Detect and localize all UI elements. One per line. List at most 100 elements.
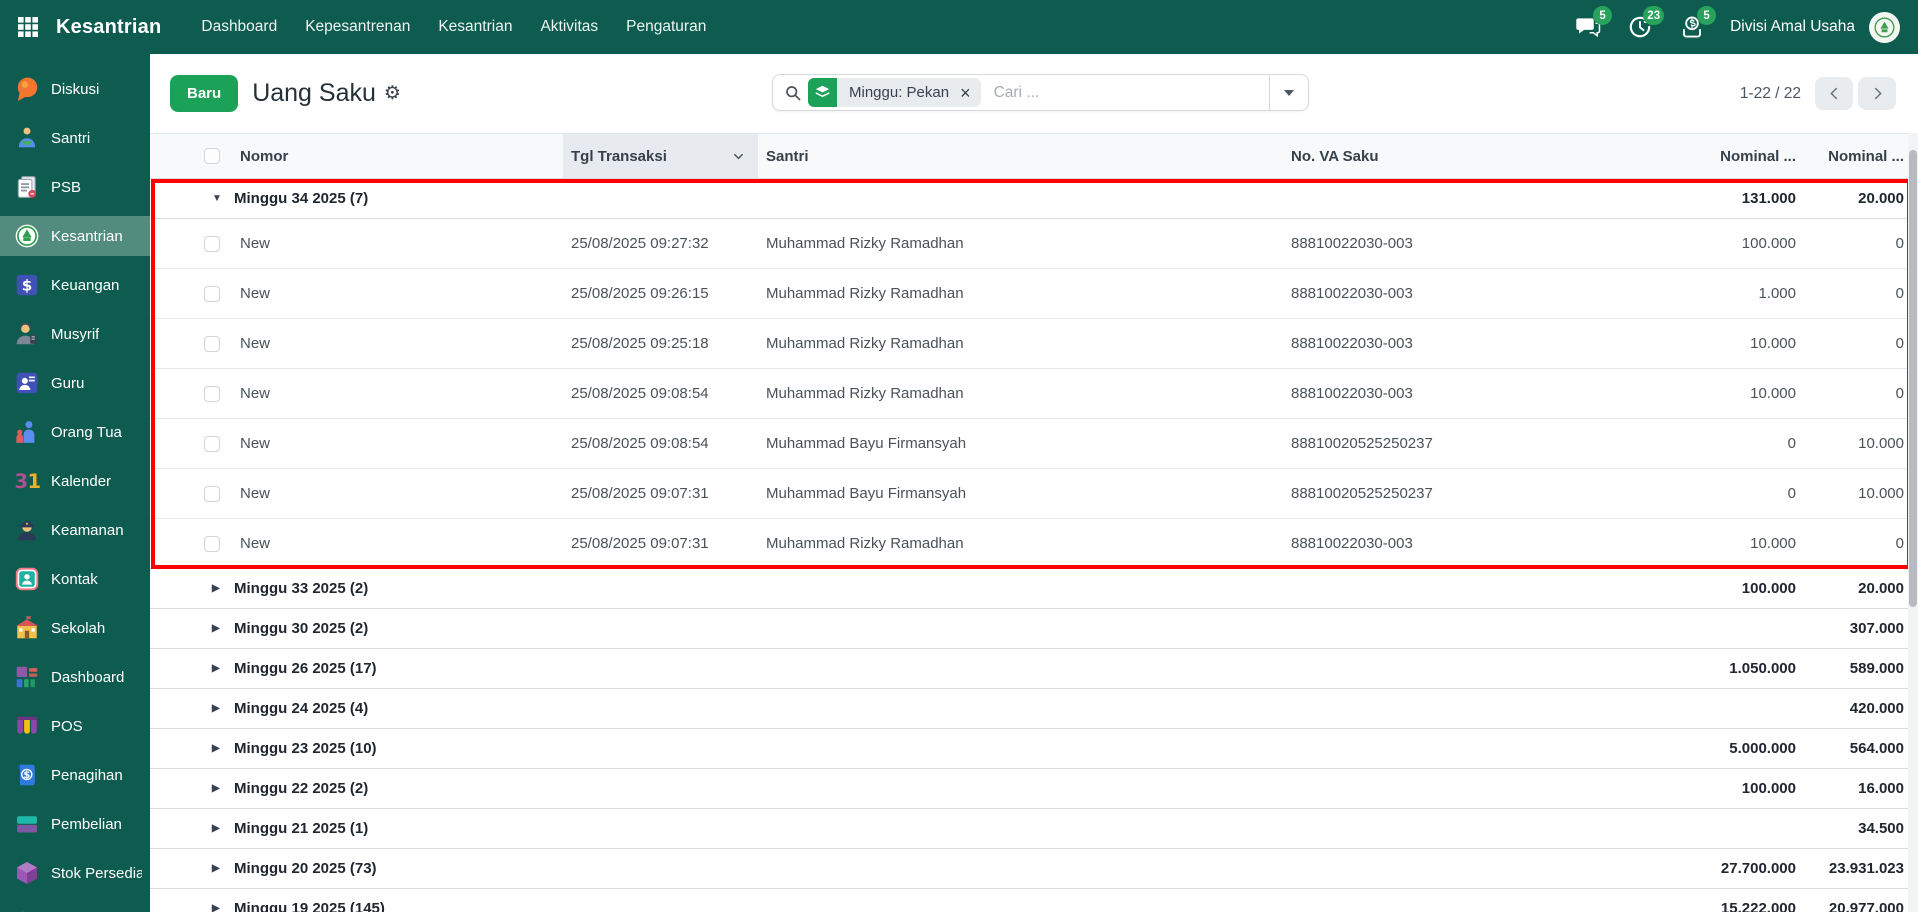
group-row[interactable]: ▶ Minggu 20 2025 (73) 27.700.000 23.931.… [150,849,1918,889]
table-row[interactable]: New 25/08/2025 09:25:18 Muhammad Rizky R… [150,319,1918,369]
group-row[interactable]: ▶ Minggu 23 2025 (10) 5.000.000 564.000 [150,729,1918,769]
group-label: Minggu 23 2025 (10) [234,740,377,757]
group-total-nominal-1: 100.000 [1590,580,1800,597]
table-row[interactable]: New 25/08/2025 09:07:31 Muhammad Rizky R… [150,519,1918,569]
apps-grid-icon[interactable] [14,13,42,41]
group-total-nominal-2: 20.000 [1800,190,1908,207]
sidebar-item-penagihan[interactable]: $ Penagihan [0,755,150,795]
column-header-nomor[interactable]: Nomor [220,148,563,165]
group-row[interactable]: ▶ Minggu 30 2025 (2) 307.000 [150,609,1918,649]
group-total-nominal-2: 20.000 [1800,580,1908,597]
sidebar-item-dashboard[interactable]: Dashboard [0,657,150,697]
group-total-nominal-2: 564.000 [1800,740,1908,757]
table-row[interactable]: New 25/08/2025 09:08:54 Muhammad Rizky R… [150,369,1918,419]
sidebar-item-sekolah[interactable]: Sekolah [0,608,150,648]
table-row[interactable]: New 25/08/2025 09:07:31 Muhammad Bayu Fi… [150,469,1918,519]
groupby-facet[interactable]: Minggu: Pekan × [808,78,981,107]
nav-item-kepesantrenan[interactable]: Kepesantrenan [291,0,424,54]
sidebar-item-label: POS [51,718,83,735]
nav-item-pengaturan[interactable]: Pengaturan [612,0,720,54]
sidebar-item-musyrif[interactable]: Musyrif [0,314,150,354]
sidebar-item-stok[interactable]: Stok Persediaan [0,853,150,893]
table-row[interactable]: New 25/08/2025 09:08:54 Muhammad Bayu Fi… [150,419,1918,469]
activities-clock-icon[interactable]: 23 [1627,14,1653,40]
table-row[interactable]: New 25/08/2025 09:27:32 Muhammad Rizky R… [150,219,1918,269]
column-header-santri[interactable]: Santri [758,148,1285,165]
sidebar-item-pembelian[interactable]: Pembelian [0,804,150,844]
column-header-tgl-transaksi[interactable]: Tgl Transaksi [563,134,758,178]
sidebar-item-guru[interactable]: Guru [0,363,150,403]
group-toggle-icon[interactable]: ▶ [212,743,224,754]
sidebar-item-pos[interactable]: POS [0,706,150,746]
sidebar-item-kalender[interactable]: 31 Kalender [0,461,150,501]
sidebar-item-psb[interactable]: PSB [0,167,150,207]
sidebar-item-santri[interactable]: Santri [0,118,150,158]
user-avatar[interactable] [1869,12,1900,43]
group-toggle-icon[interactable]: ▶ [212,583,224,594]
group-row[interactable]: ▶ Minggu 19 2025 (145) 15.222.000 20.977… [150,889,1918,912]
messages-icon[interactable]: 5 [1575,14,1601,40]
sidebar-item-keamanan[interactable]: Keamanan [0,510,150,550]
facet-close-icon[interactable]: × [960,84,981,102]
group-toggle-icon[interactable]: ▶ [212,783,224,794]
group-toggle-icon[interactable]: ▶ [212,823,224,834]
nav-item-kesantrian[interactable]: Kesantrian [424,0,526,54]
wallet-money-icon[interactable]: 5 [1679,14,1705,40]
group-toggle-icon[interactable]: ▼ [212,193,224,204]
group-row[interactable]: ▶ Minggu 26 2025 (17) 1.050.000 589.000 [150,649,1918,689]
sidebar-item-kesantrian[interactable]: Kesantrian [0,216,150,256]
group-label-cell: ▶ Minggu 21 2025 (1) [150,820,1590,837]
group-toggle-icon[interactable]: ▶ [212,903,224,912]
group-row[interactable]: ▶ Minggu 33 2025 (2) 100.000 20.000 [150,569,1918,609]
new-record-button[interactable]: Baru [170,75,238,112]
company-name[interactable]: Divisi Amal Usaha [1730,18,1855,36]
sidebar-item-label: Kesantrian [51,228,123,245]
group-row[interactable]: ▼ Minggu 34 2025 (7) 131.000 20.000 [150,179,1918,219]
vertical-scrollbar-thumb[interactable] [1909,150,1917,607]
group-toggle-icon[interactable]: ▶ [212,863,224,874]
row-checkbox[interactable] [204,436,220,452]
row-checkbox[interactable] [204,486,220,502]
sidebar-item-karyawan[interactable]: Karyawan [0,902,150,912]
sidebar-item-label: Musyrif [51,326,99,343]
sekolah-icon [14,615,40,641]
sidebar-item-diskusi[interactable]: Diskusi [0,69,150,109]
select-all-checkbox[interactable] [204,148,220,164]
search-bar[interactable]: Minggu: Pekan × Cari ... [772,74,1309,111]
row-checkbox[interactable] [204,336,220,352]
group-toggle-icon[interactable]: ▶ [212,663,224,674]
sidebar-item-label: PSB [51,179,81,196]
svg-text:1: 1 [28,470,40,493]
group-row[interactable]: ▶ Minggu 22 2025 (2) 100.000 16.000 [150,769,1918,809]
search-input[interactable]: Cari ... [994,84,1269,102]
column-header-va-saku[interactable]: No. VA Saku [1285,148,1590,165]
group-total-nominal-2: 307.000 [1800,620,1908,637]
settings-gear-icon[interactable]: ⚙ [384,84,401,103]
row-checkbox[interactable] [204,286,220,302]
sidebar-item-keuangan[interactable]: $ Keuangan [0,265,150,305]
cell-santri: Muhammad Bayu Firmansyah [758,435,1285,452]
group-total-nominal-1: 1.050.000 [1590,660,1800,677]
group-total-nominal-2: 34.500 [1800,820,1908,837]
group-row[interactable]: ▶ Minggu 21 2025 (1) 34.500 [150,809,1918,849]
group-row[interactable]: ▶ Minggu 24 2025 (4) 420.000 [150,689,1918,729]
group-toggle-icon[interactable]: ▶ [212,703,224,714]
pager-next-button[interactable] [1858,77,1896,110]
nav-item-dashboard[interactable]: Dashboard [187,0,291,54]
sidebar-item-kontak[interactable]: Kontak [0,559,150,599]
search-dropdown-toggle[interactable] [1269,75,1308,110]
cell-santri: Muhammad Rizky Ramadhan [758,385,1285,402]
pager-previous-button[interactable] [1815,77,1853,110]
sidebar-item-orang-tua[interactable]: Orang Tua [0,412,150,452]
app-brand[interactable]: Kesantrian [56,16,161,39]
row-checkbox[interactable] [204,236,220,252]
sidebar-item-label: Orang Tua [51,424,122,441]
table-row[interactable]: New 25/08/2025 09:26:15 Muhammad Rizky R… [150,269,1918,319]
cell-va-saku: 88810022030-003 [1285,335,1590,352]
column-header-nominal-1[interactable]: Nominal ... [1590,148,1800,165]
row-checkbox[interactable] [204,386,220,402]
nav-item-aktivitas[interactable]: Aktivitas [526,0,612,54]
group-toggle-icon[interactable]: ▶ [212,623,224,634]
row-checkbox[interactable] [204,536,220,552]
column-header-nominal-2[interactable]: Nominal ... [1800,148,1908,165]
